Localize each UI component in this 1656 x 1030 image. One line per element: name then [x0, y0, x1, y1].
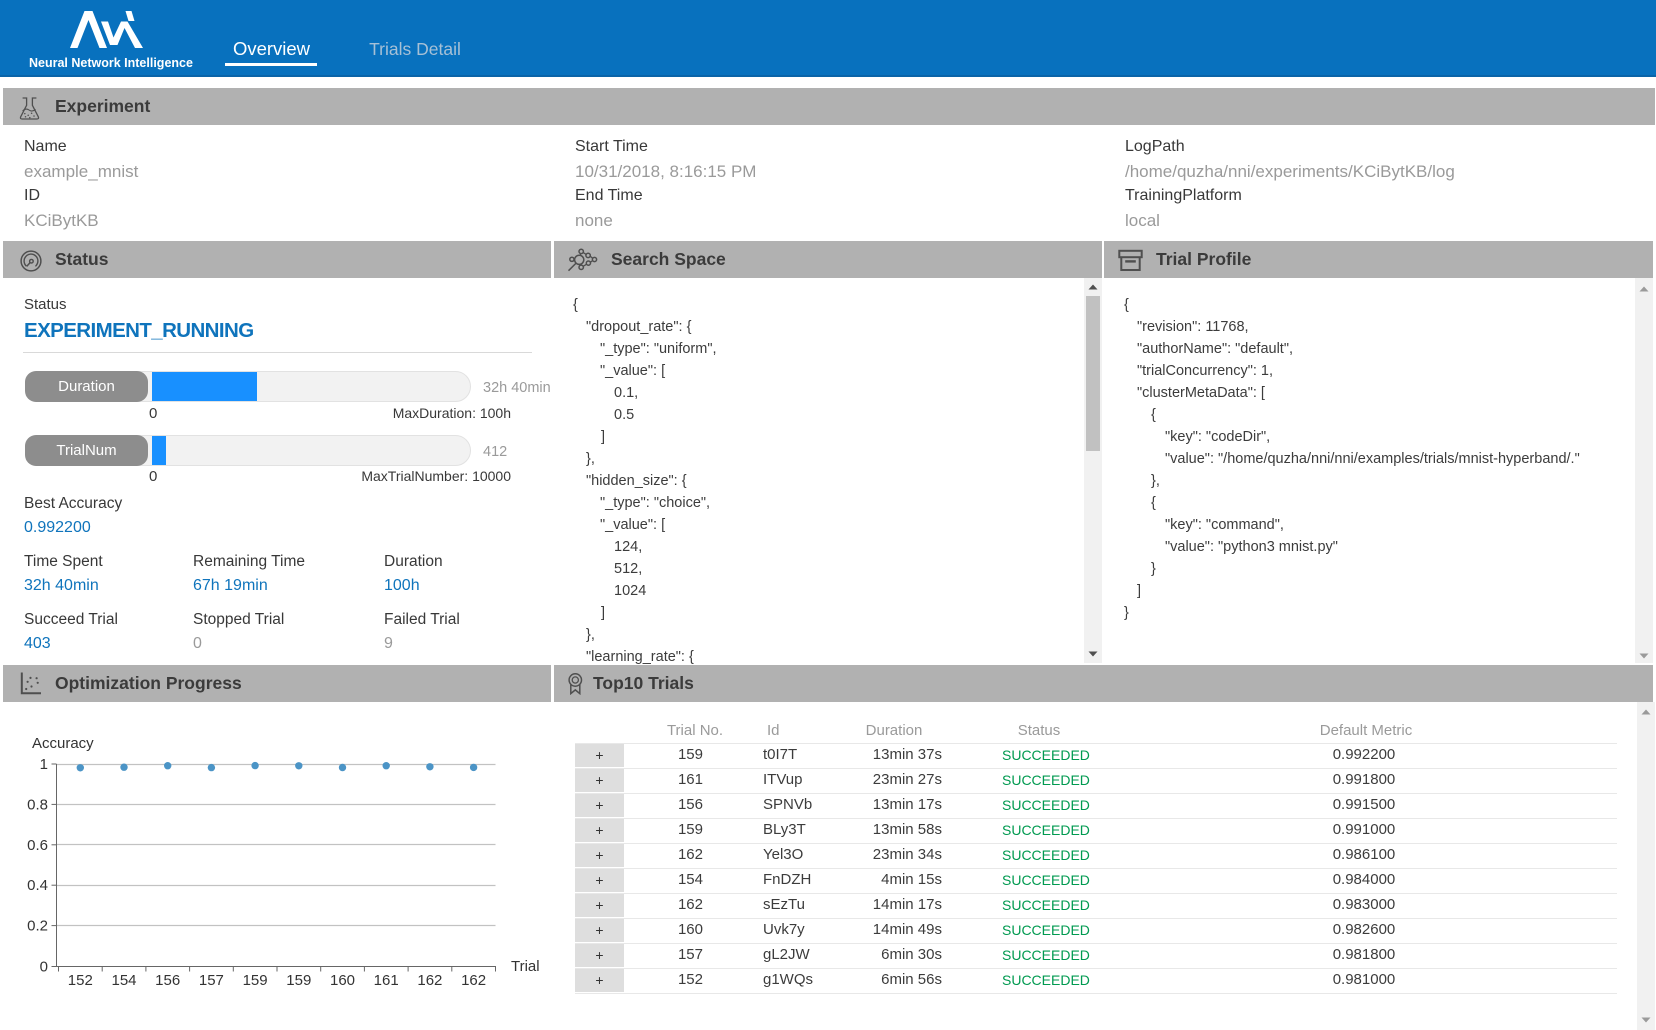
svg-text:0: 0 — [40, 959, 48, 976]
svg-text:159: 159 — [243, 972, 268, 989]
svg-text:157: 157 — [199, 972, 224, 989]
svg-text:159: 159 — [286, 972, 311, 989]
svg-text:0.8: 0.8 — [27, 796, 48, 813]
svg-text:162: 162 — [417, 972, 442, 989]
svg-text:156: 156 — [155, 972, 180, 989]
svg-text:1: 1 — [40, 756, 48, 773]
svg-text:162: 162 — [461, 972, 486, 989]
svg-text:160: 160 — [330, 972, 355, 989]
svg-text:0.4: 0.4 — [27, 877, 48, 894]
svg-text:0.2: 0.2 — [27, 918, 48, 935]
svg-text:161: 161 — [374, 972, 399, 989]
svg-text:154: 154 — [111, 972, 136, 989]
svg-text:Accuracy: Accuracy — [32, 735, 94, 752]
svg-text:Trial: Trial — [511, 958, 540, 975]
svg-text:0.6: 0.6 — [27, 837, 48, 854]
svg-text:152: 152 — [68, 972, 93, 989]
